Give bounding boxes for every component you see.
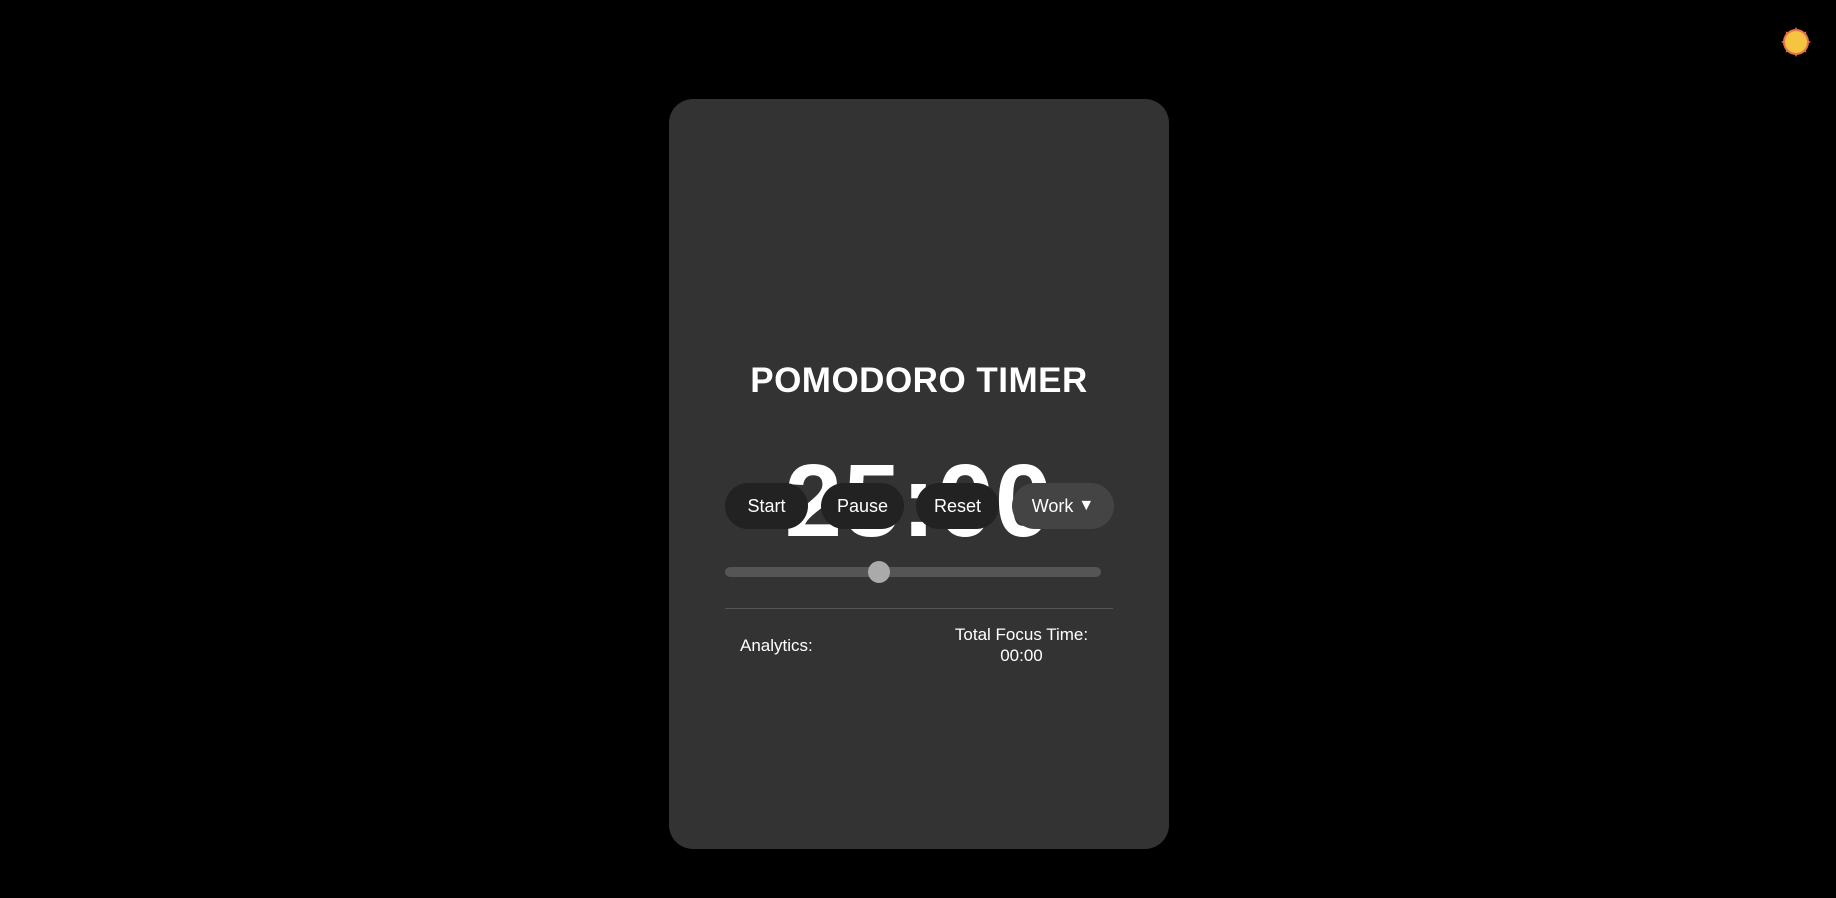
theme-toggle-button[interactable] xyxy=(1781,27,1811,57)
sun-icon xyxy=(1781,27,1811,57)
page-title: POMODORO TIMER xyxy=(750,361,1088,400)
reset-button[interactable]: Reset xyxy=(916,483,999,529)
pause-button[interactable]: Pause xyxy=(821,483,904,529)
mode-dropdown-label: Work xyxy=(1031,495,1074,516)
total-focus-time-value: 00:00 xyxy=(1000,646,1043,665)
timer-controls: Start Pause Reset Work ▼ xyxy=(725,483,1125,529)
duration-slider[interactable] xyxy=(725,561,1101,583)
total-focus-time: Total Focus Time: 00:00 xyxy=(939,624,1104,666)
slider-thumb[interactable] xyxy=(868,561,891,583)
analytics-label: Analytics: xyxy=(740,636,813,655)
total-focus-time-label: Total Focus Time: xyxy=(954,625,1089,644)
timer-card: POMODORO TIMER 25:00 Start Pause Reset W… xyxy=(669,99,1169,849)
start-button[interactable]: Start xyxy=(725,483,808,529)
chevron-down-icon: ▼ xyxy=(1078,497,1095,514)
divider xyxy=(725,608,1113,609)
mode-dropdown[interactable]: Work ▼ xyxy=(1012,483,1114,529)
